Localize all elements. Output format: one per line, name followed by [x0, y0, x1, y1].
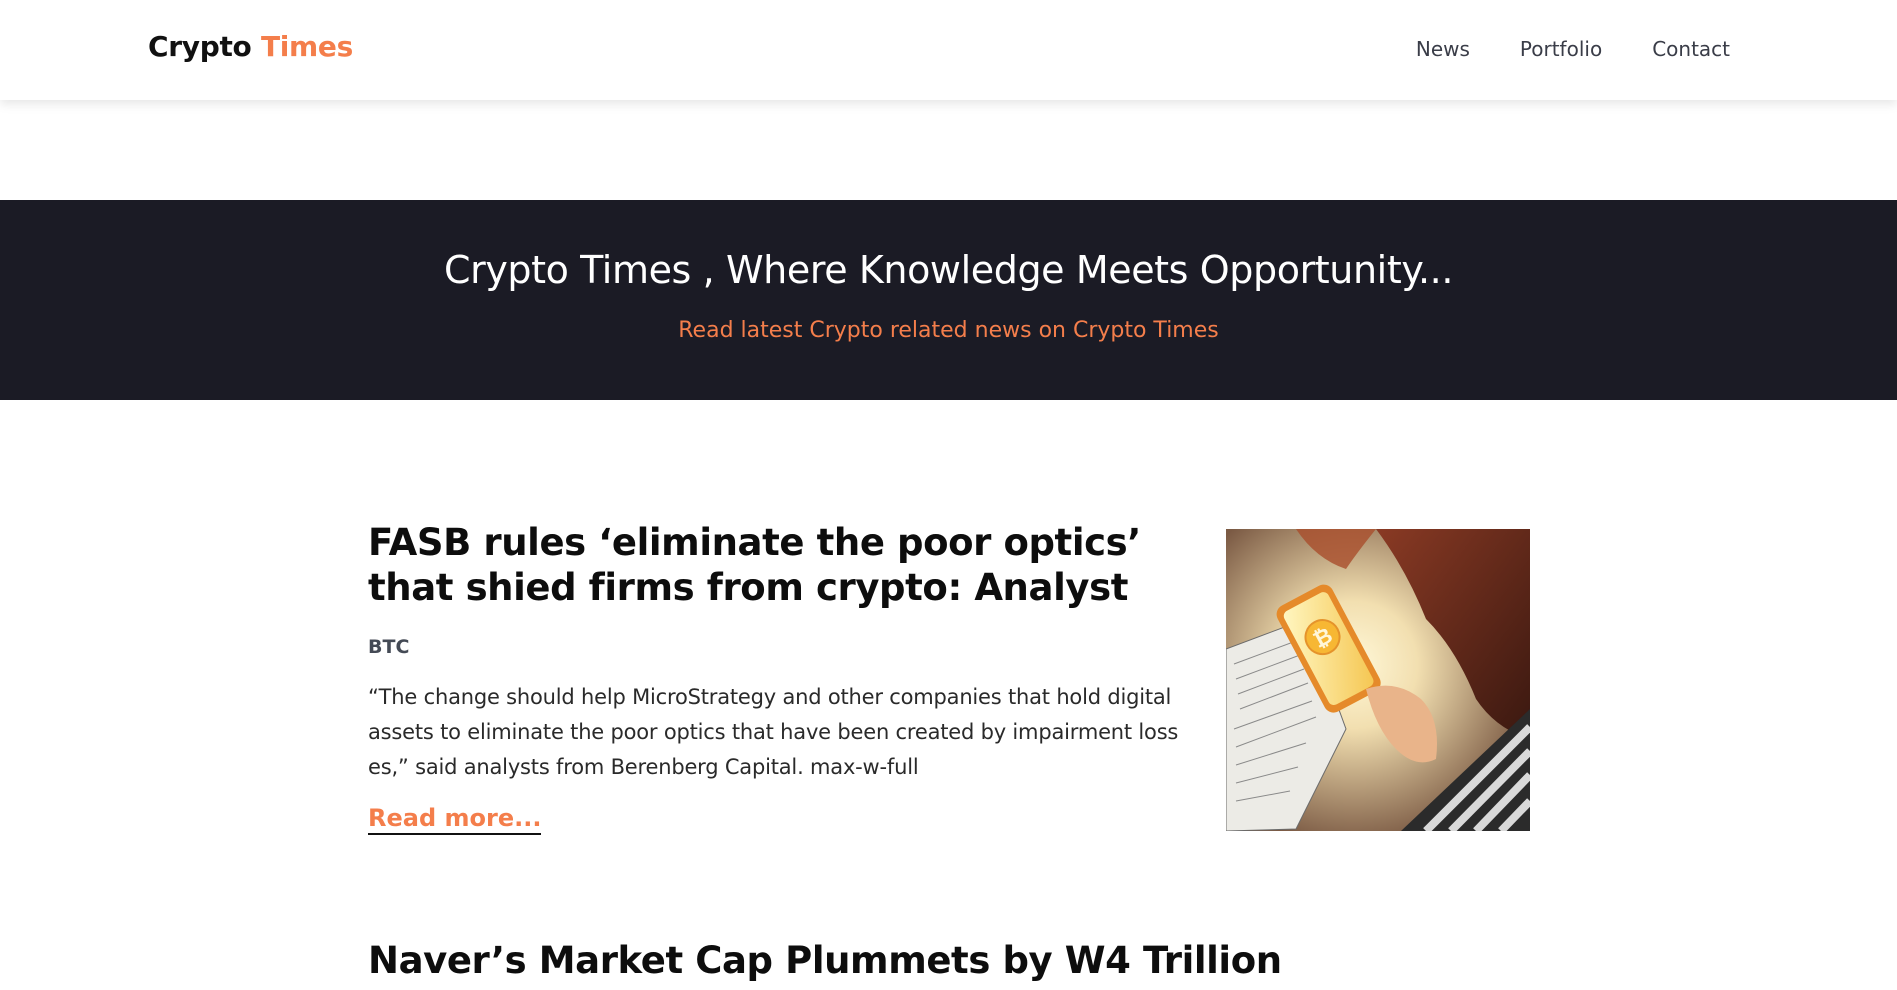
read-more-link[interactable]: Read more... — [368, 803, 542, 835]
page: Crypto Times News Portfolio Contact Cryp… — [0, 0, 1897, 990]
article-thumbnail[interactable]: ₿ — [1226, 529, 1530, 831]
main-nav: News Portfolio Contact — [1416, 37, 1730, 61]
logo-text-primary: Crypto — [148, 30, 252, 63]
site-logo[interactable]: Crypto Times — [148, 30, 353, 63]
site-header: Crypto Times News Portfolio Contact — [0, 0, 1897, 100]
article-card: FASB rules ‘eliminate the poor optics’ t… — [368, 520, 1530, 840]
bitcoin-phone-illustration-icon: ₿ — [1226, 529, 1530, 831]
nav-link-portfolio[interactable]: Portfolio — [1520, 37, 1602, 61]
hero-title: Crypto Times , Where Knowledge Meets Opp… — [443, 248, 1454, 292]
nav-link-contact[interactable]: Contact — [1652, 37, 1730, 61]
hero-banner: Crypto Times , Where Knowledge Meets Opp… — [0, 200, 1897, 400]
hero-subtitle: Read latest Crypto related news on Crypt… — [678, 318, 1219, 343]
article-title[interactable]: FASB rules ‘eliminate the poor optics’ t… — [368, 520, 1183, 610]
article-body: FASB rules ‘eliminate the poor optics’ t… — [368, 520, 1183, 835]
article-excerpt: “The change should help MicroStrategy an… — [368, 685, 1179, 779]
logo-text-accent: Times — [260, 30, 353, 63]
next-article-title[interactable]: Naver’s Market Cap Plummets by W4 Trilli… — [368, 938, 1282, 983]
nav-link-news[interactable]: News — [1416, 37, 1470, 61]
article-category-tag: BTC — [368, 636, 410, 658]
